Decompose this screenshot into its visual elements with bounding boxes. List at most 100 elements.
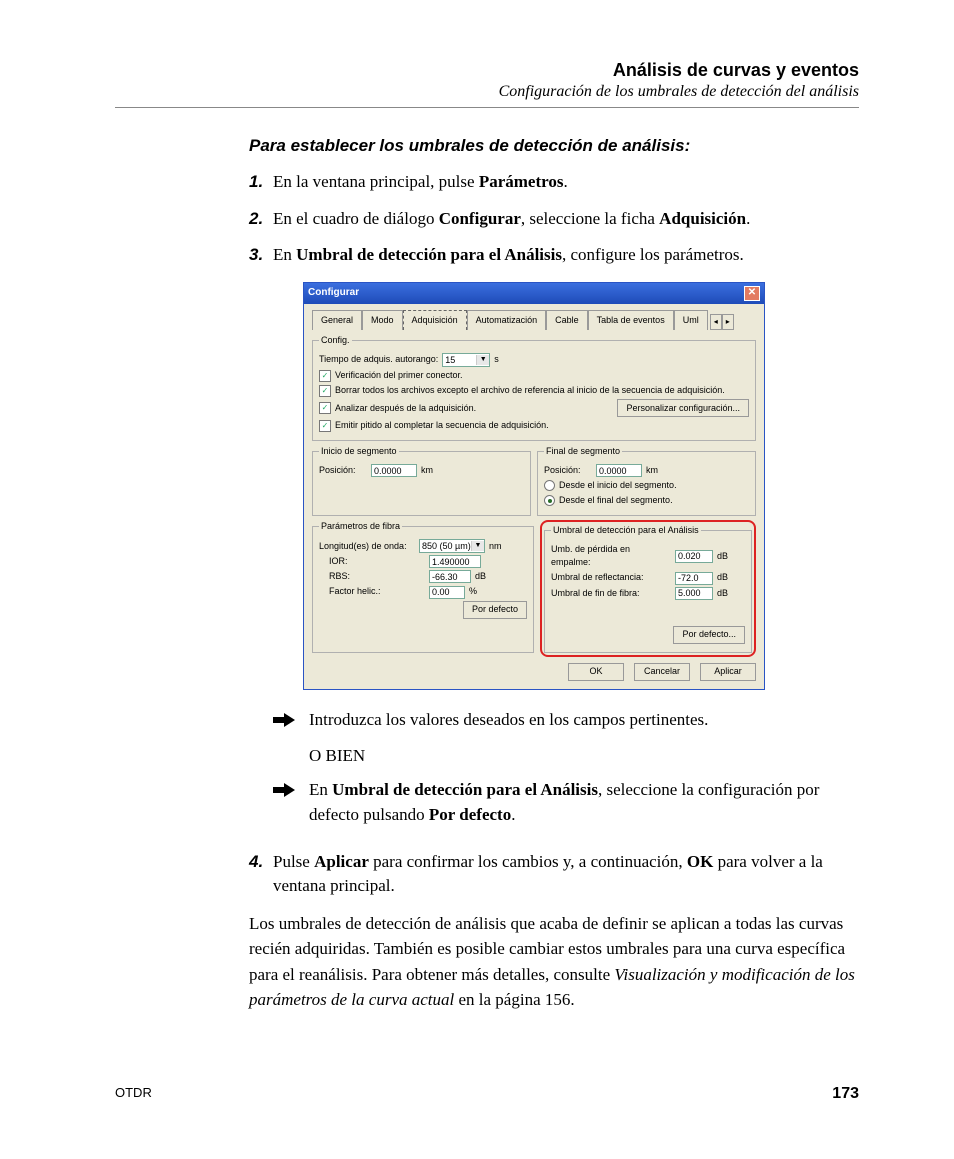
unit-pct: % <box>469 585 477 598</box>
page-header-title: Análisis de curvas y eventos <box>115 60 859 81</box>
text: en la página 156. <box>454 990 574 1009</box>
dialog-title: Configurar <box>308 286 359 301</box>
ok-button[interactable]: OK <box>568 663 624 681</box>
close-icon[interactable]: ✕ <box>744 286 760 301</box>
tab-modo[interactable]: Modo <box>362 310 403 330</box>
unit-s: s <box>494 353 499 366</box>
text: , configure los parámetros. <box>562 245 744 264</box>
label-ior: IOR: <box>319 555 425 568</box>
input-umb-fin-fibra[interactable] <box>675 587 713 600</box>
label-checkbox: Borrar todos los archivos excepto el arc… <box>335 384 725 397</box>
bullet-item: Introduzca los valores deseados en los c… <box>273 708 859 734</box>
tab-cable[interactable]: Cable <box>546 310 588 330</box>
radio-desde-inicio[interactable] <box>544 480 555 491</box>
fieldset-parametros-fibra: Parámetros de fibra Longitud(es) de onda… <box>312 520 534 652</box>
unit-db: dB <box>717 550 728 563</box>
step-1: 1. En la ventana principal, pulse Paráme… <box>249 170 859 195</box>
footer-left: OTDR <box>115 1085 152 1103</box>
tab-uml[interactable]: Uml <box>674 310 708 330</box>
umbral-por-defecto-button[interactable]: Por defecto... <box>673 626 745 644</box>
dialog-configurar: Configurar ✕ General Modo Adquisición Au… <box>303 282 765 690</box>
input-helic[interactable] <box>429 586 465 599</box>
select-longitud[interactable]: 850 (50 µm)▼ <box>419 539 485 553</box>
legend-umbral: Umbral de detección para el Análisis <box>551 524 701 537</box>
fieldset-inicio-segmento: Inicio de segmento Posición: km <box>312 445 531 516</box>
fibra-por-defecto-button[interactable]: Por defecto <box>463 601 527 619</box>
unit-nm: nm <box>489 540 502 553</box>
bold-text: Por defecto <box>429 805 511 824</box>
step-2: 2. En el cuadro de diálogo Configurar, s… <box>249 207 859 232</box>
step-number: 3. <box>249 243 273 837</box>
tab-scroll-left-icon[interactable]: ◂ <box>710 314 722 330</box>
body-paragraph: Los umbrales de detección de análisis qu… <box>249 911 859 1013</box>
bold-text: Umbral de detección para el Análisis <box>332 780 598 799</box>
arrow-icon <box>273 708 309 734</box>
bold-text: Aplicar <box>314 852 369 871</box>
section-subheading: Para establecer los umbrales de detecció… <box>249 136 859 156</box>
tab-adquisicion[interactable]: Adquisición <box>403 310 467 330</box>
step-4: 4. Pulse Aplicar para confirmar los camb… <box>249 850 859 899</box>
label-rbs: RBS: <box>319 570 425 583</box>
label-posicion: Posición: <box>544 464 592 477</box>
checkbox-borrar[interactable]: ✓ <box>319 385 331 397</box>
personalizar-button[interactable]: Personalizar configuración... <box>617 399 749 417</box>
bold-text: Configurar <box>439 209 521 228</box>
text: Pulse <box>273 852 314 871</box>
text: para confirmar los cambios y, a continua… <box>369 852 687 871</box>
input-ior[interactable] <box>429 555 481 568</box>
bold-text: OK <box>687 852 713 871</box>
page-number: 173 <box>832 1085 859 1103</box>
radio-desde-final[interactable] <box>544 495 555 506</box>
checkbox-analizar[interactable]: ✓ <box>319 402 331 414</box>
highlight-umbral: Umbral de detección para el Análisis Umb… <box>540 520 756 656</box>
legend-config: Config. <box>319 334 352 347</box>
tab-general[interactable]: General <box>312 310 362 330</box>
label-longitud: Longitud(es) de onda: <box>319 540 415 553</box>
apply-button[interactable]: Aplicar <box>700 663 756 681</box>
label-posicion: Posición: <box>319 464 367 477</box>
unit-db: dB <box>717 571 728 584</box>
input-umb-reflectancia[interactable] <box>675 572 713 585</box>
text: En la ventana principal, pulse <box>273 172 479 191</box>
text: En <box>309 780 332 799</box>
label-tiempo: Tiempo de adquis. autorango: <box>319 353 438 366</box>
legend-inicio: Inicio de segmento <box>319 445 399 458</box>
checkbox-verificacion[interactable]: ✓ <box>319 370 331 382</box>
page-header-subtitle: Configuración de los umbrales de detecci… <box>115 83 859 101</box>
fieldset-umbral-deteccion: Umbral de detección para el Análisis Umb… <box>544 524 752 652</box>
bold-text: Parámetros <box>479 172 564 191</box>
select-value: 850 (50 µm) <box>422 540 471 553</box>
tab-scroll-right-icon[interactable]: ▸ <box>722 314 734 330</box>
step-number: 2. <box>249 207 273 232</box>
legend-fibra: Parámetros de fibra <box>319 520 402 533</box>
input-umb-empalme[interactable] <box>675 550 713 563</box>
label-helic: Factor helic.: <box>319 585 425 598</box>
unit-db: dB <box>717 587 728 600</box>
label-umb-fin-fibra: Umbral de fin de fibra: <box>551 587 671 600</box>
text: En <box>273 245 296 264</box>
chevron-down-icon: ▼ <box>476 355 489 365</box>
fieldset-final-segmento: Final de segmento Posición: km Desde el … <box>537 445 756 516</box>
label-umb-reflectancia: Umbral de reflectancia: <box>551 571 671 584</box>
label-checkbox: Emitir pitido al completar la secuencia … <box>335 419 549 432</box>
checkbox-pitido[interactable]: ✓ <box>319 420 331 432</box>
unit-km: km <box>646 464 658 477</box>
input-rbs[interactable] <box>429 570 471 583</box>
fieldset-config: Config. Tiempo de adquis. autorango: 15 ▼… <box>312 334 756 441</box>
text: . <box>563 172 567 191</box>
select-value: 15 <box>445 354 455 367</box>
label-checkbox: Verificación del primer conector. <box>335 369 463 382</box>
tab-automatizacion[interactable]: Automatización <box>467 310 547 330</box>
step-number: 4. <box>249 850 273 899</box>
chevron-down-icon: ▼ <box>471 541 484 551</box>
text: Introduzca los valores deseados en los c… <box>309 708 708 734</box>
select-tiempo[interactable]: 15 ▼ <box>442 353 490 367</box>
bullet-item: En Umbral de detección para el Análisis,… <box>273 778 859 827</box>
cancel-button[interactable]: Cancelar <box>634 663 690 681</box>
input-final-posicion[interactable] <box>596 464 642 477</box>
tab-tabla-eventos[interactable]: Tabla de eventos <box>588 310 674 330</box>
arrow-icon <box>273 778 309 827</box>
label-radio: Desde el final del segmento. <box>559 494 673 507</box>
dialog-titlebar: Configurar ✕ <box>304 283 764 304</box>
input-inicio-posicion[interactable] <box>371 464 417 477</box>
